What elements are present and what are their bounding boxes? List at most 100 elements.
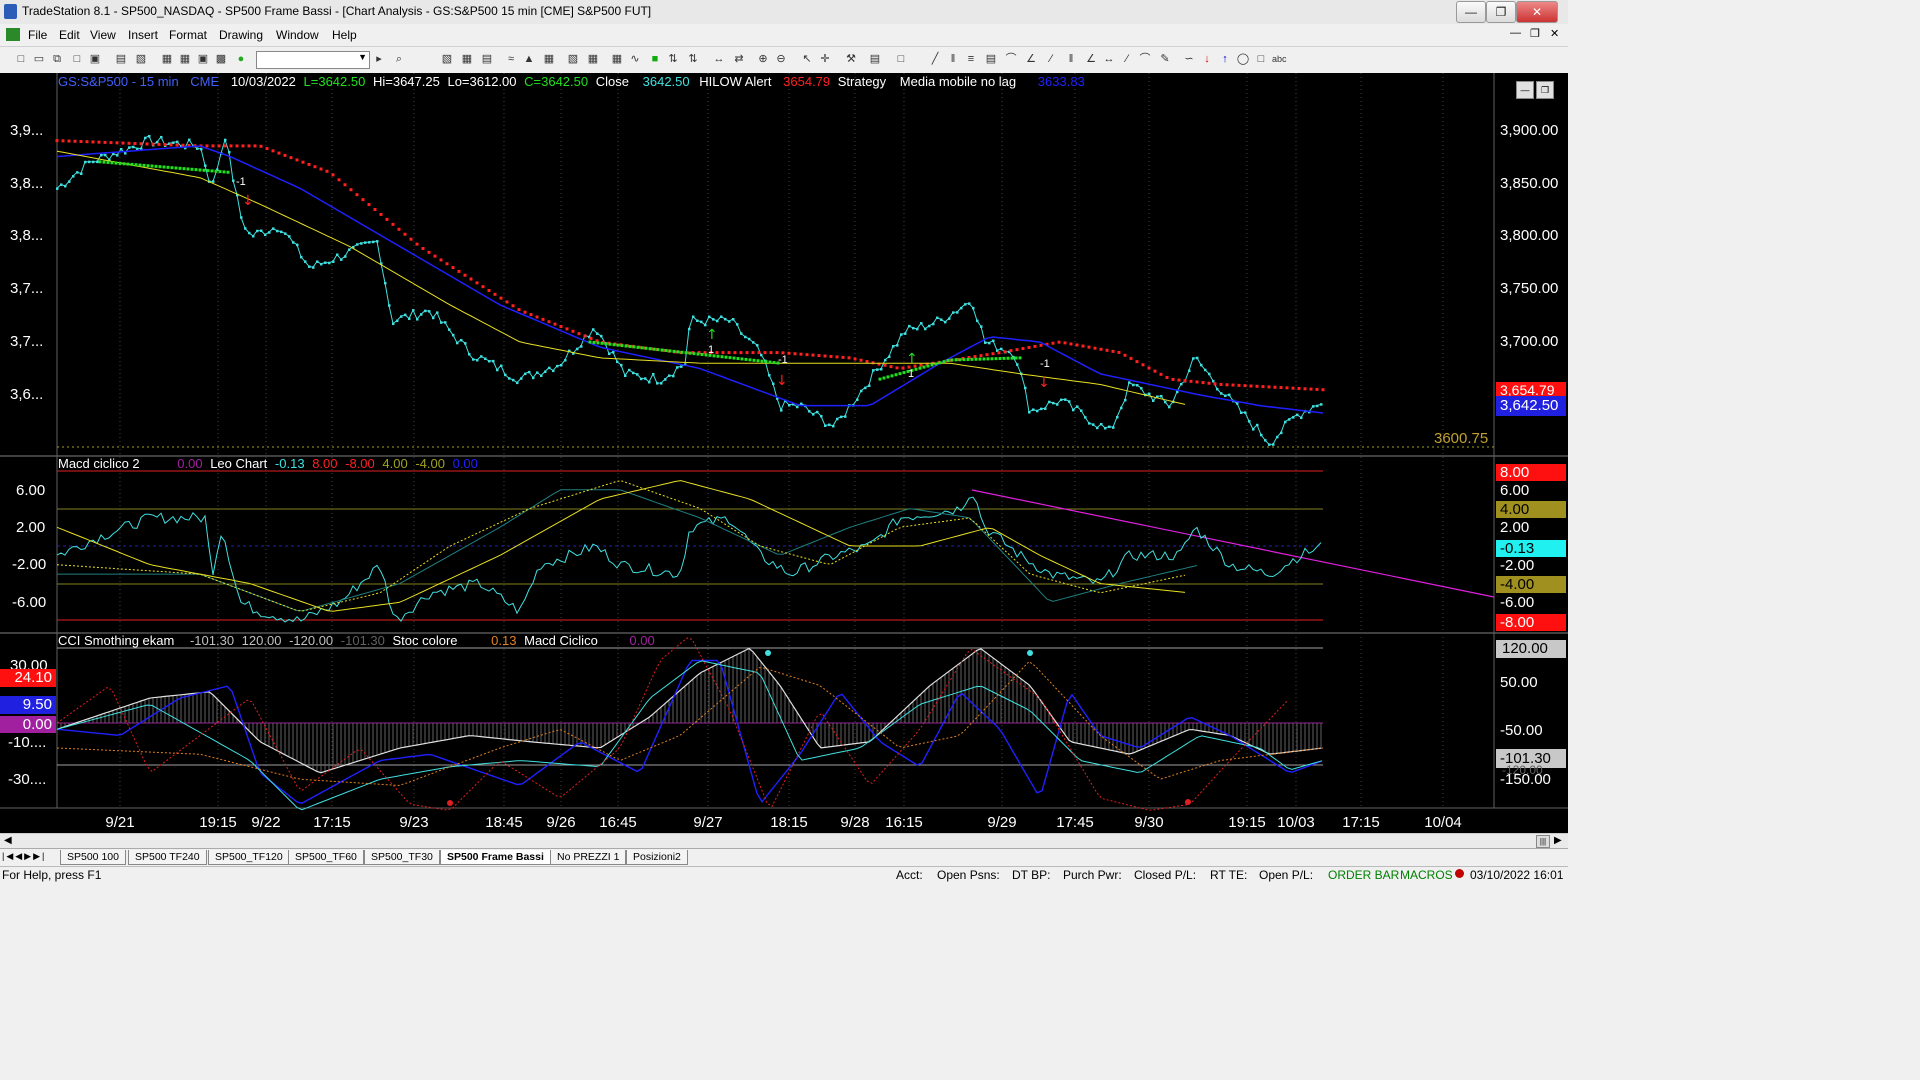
radar-icon[interactable]: ▤: [480, 52, 494, 66]
print-preview-icon[interactable]: ▤: [114, 52, 128, 66]
compress-icon[interactable]: ⇄: [732, 52, 746, 66]
trendline-icon[interactable]: ╱: [928, 52, 942, 66]
speed-icon[interactable]: ‖: [1064, 52, 1078, 66]
chart-minimize-button[interactable]: —: [1516, 81, 1534, 99]
close-button[interactable]: ✕: [1516, 1, 1558, 23]
scroll-left-icon[interactable]: ◀: [4, 835, 12, 846]
scroll-thumb[interactable]: |||: [1536, 835, 1550, 848]
status-macros[interactable]: MACROS: [1400, 868, 1453, 882]
tab-sp500-tf240[interactable]: SP500 TF240: [128, 850, 207, 865]
bars-icon[interactable]: ▦: [610, 52, 624, 66]
tab-sp500-tf60[interactable]: SP500_TF60: [288, 850, 364, 865]
chevron-down-icon: ▼: [358, 52, 367, 62]
fan-icon[interactable]: ∠: [1024, 52, 1038, 66]
chart-area[interactable]: ↓ ↓ ↓ ↑ ↑ -1 -1 -1 1 1 GS:S&P500 - 15 mi…: [0, 73, 1568, 833]
close-point: [1164, 400, 1167, 404]
lock-icon[interactable]: ▣: [196, 52, 210, 66]
menu-insert[interactable]: Insert: [128, 28, 158, 42]
data-window-icon[interactable]: ▤: [868, 52, 882, 66]
tab-no-prezzi-1[interactable]: No PREZZI 1: [550, 850, 627, 865]
child-minimize-icon[interactable]: —: [1510, 27, 1521, 39]
close-point: [1140, 387, 1143, 390]
pointer-icon[interactable]: ↖: [800, 52, 814, 66]
pen-icon[interactable]: ✎: [1158, 52, 1172, 66]
candle-icon[interactable]: ■: [648, 52, 662, 66]
layout-icon[interactable]: ▩: [214, 52, 228, 66]
menu-file[interactable]: File: [28, 28, 47, 42]
hilow-point: [589, 336, 593, 340]
ohlc-icon[interactable]: ⇅: [666, 52, 680, 66]
child-restore-icon[interactable]: ❐: [1530, 27, 1540, 40]
tab-sp500-tf120[interactable]: SP500_TF120: [208, 850, 290, 865]
symbol-combo[interactable]: ▼: [256, 51, 370, 69]
close-point: [196, 147, 199, 150]
status-order-bar[interactable]: ORDER BAR: [1328, 868, 1399, 882]
menu-help[interactable]: Help: [332, 28, 357, 42]
zoom-in-icon[interactable]: ⊕: [756, 52, 770, 66]
hlc-icon[interactable]: ⇅: [686, 52, 700, 66]
chart-restore-button[interactable]: ❐: [1536, 81, 1554, 99]
menu-drawing[interactable]: Drawing: [219, 28, 263, 42]
copy-icon[interactable]: ⧉: [50, 52, 64, 66]
chart-window-icon[interactable]: [6, 28, 20, 41]
save-icon[interactable]: ▣: [88, 52, 102, 66]
menu-window[interactable]: Window: [276, 28, 319, 42]
delete-icon[interactable]: □: [894, 52, 908, 66]
cross-icon[interactable]: ✛: [818, 52, 832, 66]
tab-posizioni2[interactable]: Posizioni2: [626, 850, 688, 865]
paint-icon[interactable]: ▦: [586, 52, 600, 66]
apps-icon[interactable]: ●: [234, 52, 248, 66]
strategy-icon[interactable]: ▦: [542, 52, 556, 66]
green-signal-point: [898, 372, 902, 376]
open-icon[interactable]: ▭: [32, 52, 46, 66]
page-icon[interactable]: □: [70, 52, 84, 66]
fib-icon[interactable]: ▤: [984, 52, 998, 66]
tab-sp500-100[interactable]: SP500 100: [60, 850, 126, 865]
menu-edit[interactable]: Edit: [59, 28, 80, 42]
vlines-icon[interactable]: ‖: [946, 52, 960, 66]
indicator-icon[interactable]: ▧: [566, 52, 580, 66]
new-icon[interactable]: □: [14, 52, 28, 66]
workspace-save-icon[interactable]: ▦: [178, 52, 192, 66]
cycle-icon[interactable]: ⌒: [1138, 52, 1152, 66]
options-icon[interactable]: ▲: [522, 52, 536, 66]
hlines-icon[interactable]: ≡: [964, 52, 978, 66]
child-close-icon[interactable]: ✕: [1550, 27, 1559, 40]
chart-icon[interactable]: ▧: [440, 52, 454, 66]
horizontal-scrollbar[interactable]: ◀ ||| ▶: [0, 833, 1568, 849]
menu-format[interactable]: Format: [169, 28, 207, 42]
green-signal-point: [740, 357, 744, 361]
tools-icon[interactable]: ⚒: [844, 52, 858, 66]
print-icon[interactable]: ▧: [134, 52, 148, 66]
maximize-button[interactable]: ❐: [1486, 1, 1516, 23]
angle-icon[interactable]: ∠: [1084, 52, 1098, 66]
rectangle-icon[interactable]: □: [1254, 52, 1268, 66]
arrow-up-icon[interactable]: ↑: [1218, 52, 1232, 66]
arrow-both-icon[interactable]: ↔: [1102, 52, 1116, 66]
arc-icon[interactable]: ⌒: [1004, 52, 1018, 66]
matrix-icon[interactable]: ▦: [460, 52, 474, 66]
tab-nav-icons[interactable]: |◀◀▶▶|: [2, 851, 46, 862]
scroll-right-icon[interactable]: ▶: [1554, 835, 1562, 846]
zoom-bar-icon[interactable]: ↔: [712, 52, 726, 66]
scanner-icon[interactable]: ≈: [504, 52, 518, 66]
find-icon[interactable]: ⌕: [392, 52, 406, 66]
arrow-down-icon[interactable]: ↓: [1200, 52, 1214, 66]
workspace-icon[interactable]: ▦: [160, 52, 174, 66]
line-icon[interactable]: ∿: [628, 52, 642, 66]
parallel-icon[interactable]: ∕: [1120, 52, 1134, 66]
chart-svg[interactable]: ↓ ↓ ↓ ↑ ↑ -1 -1 -1 1 1: [0, 73, 1568, 833]
text-icon[interactable]: abc: [1272, 52, 1287, 66]
play-icon[interactable]: ▸: [372, 52, 386, 66]
close-point: [564, 359, 567, 362]
menu-view[interactable]: View: [90, 28, 116, 42]
minimize-button[interactable]: —: [1456, 1, 1486, 23]
ellipse-icon[interactable]: ◯: [1236, 52, 1250, 66]
channel-icon[interactable]: ∕: [1044, 52, 1058, 66]
hilow-point: [1213, 382, 1217, 386]
green-signal-point: [604, 342, 608, 346]
zoom-out-icon[interactable]: ⊖: [774, 52, 788, 66]
curve-icon[interactable]: ∽: [1182, 52, 1196, 66]
tab-sp500-frame-bassi[interactable]: SP500 Frame Bassi: [440, 850, 551, 865]
tab-sp500-tf30[interactable]: SP500_TF30: [364, 850, 440, 865]
